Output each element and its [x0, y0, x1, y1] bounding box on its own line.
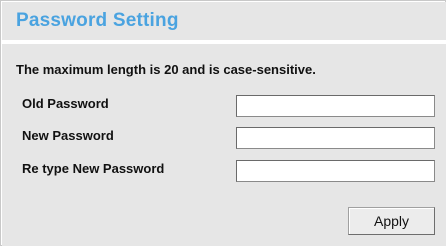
retype-new-password-field[interactable]: [236, 160, 435, 182]
page-title: Password Setting: [16, 10, 179, 31]
new-password-field[interactable]: [236, 127, 435, 149]
old-password-field[interactable]: [236, 95, 435, 117]
new-password-label: New Password: [22, 128, 114, 143]
password-rule-description: The maximum length is 20 and is case-sen…: [16, 62, 316, 77]
old-password-label: Old Password: [22, 96, 109, 111]
settings-panel: The maximum length is 20 and is case-sen…: [2, 44, 446, 246]
password-setting-window: Password Setting The maximum length is 2…: [0, 0, 446, 246]
apply-button[interactable]: Apply: [348, 207, 435, 235]
retype-new-password-label: Re type New Password: [22, 161, 165, 176]
header-bar: Password Setting: [2, 2, 446, 40]
